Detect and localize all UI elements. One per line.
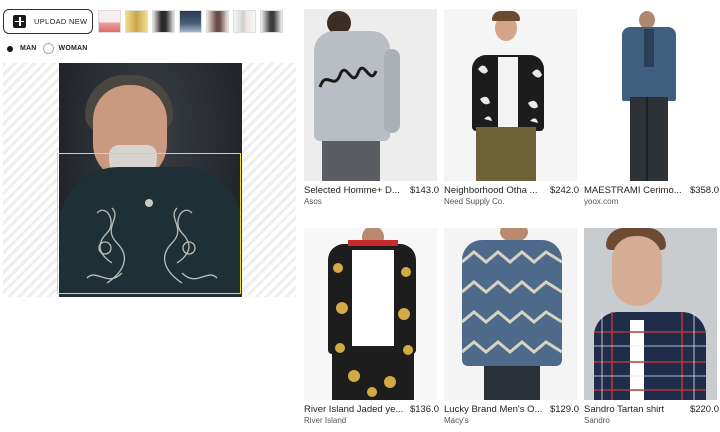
product-name: Selected Homme+ D... (304, 185, 400, 196)
product-card[interactable]: Neighborhood Otha ... $242.0 Need Supply… (444, 9, 579, 206)
detected-clothing-box[interactable] (57, 153, 241, 294)
thumbnail-6[interactable] (233, 10, 256, 33)
thumbnail-1[interactable] (98, 10, 121, 33)
product-image (584, 9, 717, 181)
product-price: $136.0 (409, 404, 439, 415)
product-card[interactable]: River Island Jaded ye... $136.0 River Is… (304, 228, 439, 425)
thumbnail-3[interactable] (152, 10, 175, 33)
product-price: $129.0 (549, 404, 579, 415)
product-card[interactable]: Lucky Brand Men's O... $129.0 Macy's (444, 228, 579, 425)
thumbnail-7[interactable] (260, 10, 283, 33)
baroque-pattern (333, 263, 413, 397)
upload-new-button[interactable]: UPLOAD NEW (3, 9, 93, 34)
product-store: Asos (304, 197, 322, 206)
product-card[interactable]: MAESTRAMI Cerimo... $358.0 yoox.com (584, 9, 719, 206)
product-image (304, 9, 437, 181)
thumbnail-5[interactable] (206, 10, 229, 33)
uploaded-photo-area (3, 63, 296, 297)
thumbnail-2[interactable] (125, 10, 148, 33)
product-name: River Island Jaded ye... (304, 404, 404, 415)
woman-label: WOMAN (58, 45, 88, 52)
product-image (304, 228, 437, 400)
product-price: $242.0 (549, 185, 579, 196)
product-name: Neighborhood Otha ... (444, 185, 538, 196)
product-price: $143.0 (409, 185, 439, 196)
product-card[interactable]: Sandro Tartan shirt $220.0 Sandro (584, 228, 719, 425)
product-image (584, 228, 717, 400)
thumbnail-4[interactable] (179, 10, 202, 33)
man-label: MAN (20, 45, 37, 52)
knit-pattern (462, 250, 562, 354)
plus-icon (13, 15, 26, 28)
product-store: Macy's (444, 416, 469, 425)
recent-uploads (98, 10, 283, 33)
product-card[interactable]: Selected Homme+ D... $143.0 Asos (304, 9, 439, 206)
upload-new-label: UPLOAD NEW (34, 17, 88, 26)
product-store: River Island (304, 416, 347, 425)
product-name: Lucky Brand Men's O... (444, 404, 543, 415)
product-image (444, 228, 577, 400)
hawaii-graphic (318, 66, 378, 88)
man-radio[interactable] (4, 43, 15, 54)
tartan-pattern (594, 312, 706, 400)
product-name: Sandro Tartan shirt (584, 404, 665, 415)
product-name: MAESTRAMI Cerimo... (584, 185, 682, 196)
product-price: $220.0 (689, 404, 719, 415)
woman-radio[interactable] (42, 43, 54, 54)
gender-selector: MAN WOMAN (4, 43, 94, 54)
product-store: yoox.com (584, 197, 619, 206)
product-store: Sandro (584, 416, 610, 425)
product-store: Need Supply Co. (444, 197, 505, 206)
print-pattern (478, 65, 542, 123)
product-image (444, 9, 577, 181)
product-price: $358.0 (689, 185, 719, 196)
